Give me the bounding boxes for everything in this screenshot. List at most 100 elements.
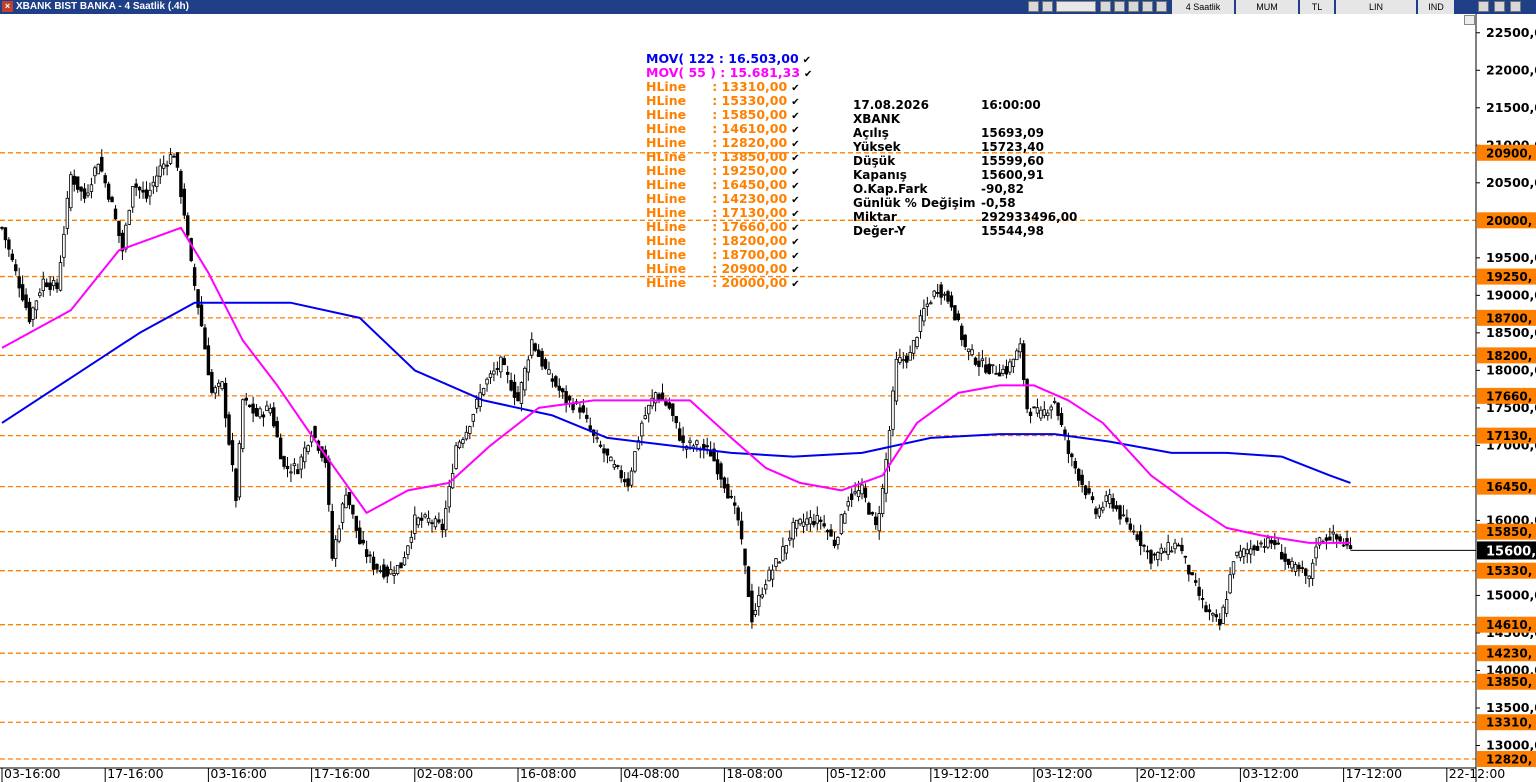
candle-body (918, 315, 923, 332)
candle-body (155, 175, 159, 188)
candle-body (1152, 553, 1157, 556)
candle-body (137, 186, 142, 191)
check-icon[interactable]: ✔ (791, 83, 799, 94)
legend-item: HLine : 14230,00 ✔ (646, 192, 812, 207)
legend-item-label: HLine : 18200,00 (646, 233, 788, 248)
candle-body (440, 523, 445, 531)
indicator-selector[interactable]: IND (1418, 0, 1454, 14)
candle-body (340, 503, 345, 523)
candle-body (770, 569, 775, 580)
check-icon[interactable]: ✔ (791, 139, 799, 150)
y-tick-label: 19000,0 (1486, 287, 1536, 302)
candle-body (798, 518, 802, 525)
info-row: Değer-Y 15544,98 (853, 224, 1093, 238)
candle-body (392, 573, 396, 576)
candle-body (571, 403, 575, 411)
check-icon[interactable]: ✔ (803, 55, 811, 66)
info-date: 17.08.2026 (853, 98, 929, 112)
candle-body (41, 278, 45, 292)
axis-scroll-button[interactable] (1464, 15, 1475, 25)
window-close-icon[interactable] (1510, 1, 1521, 12)
minimize-icon[interactable] (1478, 1, 1489, 12)
y-tick-label: 19500,0 (1486, 250, 1536, 265)
candle-body (1090, 496, 1095, 501)
candle-body (564, 391, 568, 404)
candle-body (1142, 544, 1146, 547)
candle-body (17, 276, 21, 289)
check-icon[interactable]: ✔ (791, 265, 799, 276)
title-bar: × XBANK BIST BANKA - 4 Saatlik (.4h) 4 S… (0, 0, 1536, 14)
last-price-label: 15600, (1486, 544, 1536, 559)
legend-item: HLine : 18200,00 ✔ (646, 233, 812, 249)
candle-body (1176, 544, 1181, 547)
check-icon[interactable]: ✔ (791, 167, 799, 178)
check-icon[interactable]: ✔ (791, 153, 799, 164)
candle-body (55, 282, 59, 289)
candle-body (461, 439, 465, 444)
candle-body (750, 590, 754, 623)
candle-body (423, 514, 427, 518)
candle-body (578, 407, 582, 413)
candle-body (1163, 550, 1167, 554)
currency-selector[interactable]: TL (1300, 0, 1334, 14)
candle-body (977, 360, 981, 367)
candle-body (1286, 558, 1291, 565)
indicator-legend: MOV( 122 : 16.503,00 ✔ MOV( 55 ) : 15.681,… (646, 52, 812, 291)
check-icon[interactable]: ✔ (791, 223, 799, 234)
candle-body (1145, 550, 1150, 553)
scale-selector[interactable]: LIN (1336, 0, 1416, 14)
candle-body (1070, 453, 1074, 458)
candle-body (808, 517, 813, 525)
candle-body (158, 165, 162, 177)
check-icon[interactable]: ✔ (791, 195, 799, 206)
check-icon[interactable]: ✔ (791, 97, 799, 108)
x-tick-label: 03-16:00 (4, 766, 60, 781)
candle-body (1169, 550, 1174, 553)
candle-body (533, 343, 537, 351)
candle-body (1279, 551, 1284, 560)
x-tick-label: 16-08:00 (520, 766, 576, 781)
period-selector[interactable]: 4 Saatlik (1172, 0, 1234, 14)
candle-body (161, 163, 166, 169)
y-tick-label: 15000,0 (1486, 587, 1536, 602)
candle-body (743, 548, 747, 566)
candle-body (1042, 409, 1047, 416)
chart-type-selector[interactable]: MUM (1236, 0, 1298, 14)
check-icon[interactable]: ✔ (804, 69, 812, 80)
legend-item-label: MOV( 55 ) : 15.681,33 (646, 65, 801, 80)
candle-body (1001, 368, 1005, 374)
candle-body (956, 313, 961, 320)
grid-icon[interactable] (1100, 1, 1111, 12)
check-icon[interactable]: ✔ (791, 111, 799, 122)
check-icon[interactable]: ✔ (791, 251, 799, 262)
candle-body (237, 443, 242, 498)
candle-body (836, 537, 840, 545)
candle-body (485, 378, 489, 385)
candle-body (1269, 539, 1274, 544)
symbol-select[interactable] (1056, 1, 1096, 12)
x-tick-label: 22-12:00 (1449, 766, 1505, 781)
candle-body (1039, 409, 1043, 419)
close-icon[interactable]: × (2, 1, 13, 12)
candle-body (488, 373, 493, 378)
chart-icon[interactable] (1028, 1, 1039, 12)
check-icon[interactable]: ✔ (791, 237, 799, 248)
candle-body (1207, 609, 1212, 613)
candle-body (561, 388, 565, 393)
candle-body (258, 408, 262, 418)
candle-body (626, 478, 630, 487)
pencil-icon[interactable] (1128, 1, 1139, 12)
check-icon[interactable]: ✔ (791, 125, 799, 136)
candle-body (168, 154, 173, 164)
maximize-icon[interactable] (1494, 1, 1505, 12)
check-icon[interactable]: ✔ (791, 181, 799, 192)
zoom-icon[interactable] (1114, 1, 1125, 12)
candle-body (371, 556, 376, 570)
check-icon[interactable]: ✔ (791, 279, 799, 290)
settings-icon[interactable] (1142, 1, 1153, 12)
lock-icon[interactable] (1042, 1, 1053, 12)
candle-body (134, 183, 138, 188)
candle-body (739, 520, 744, 540)
check-icon[interactable]: ✔ (791, 209, 799, 220)
refresh-icon[interactable] (1156, 1, 1167, 12)
